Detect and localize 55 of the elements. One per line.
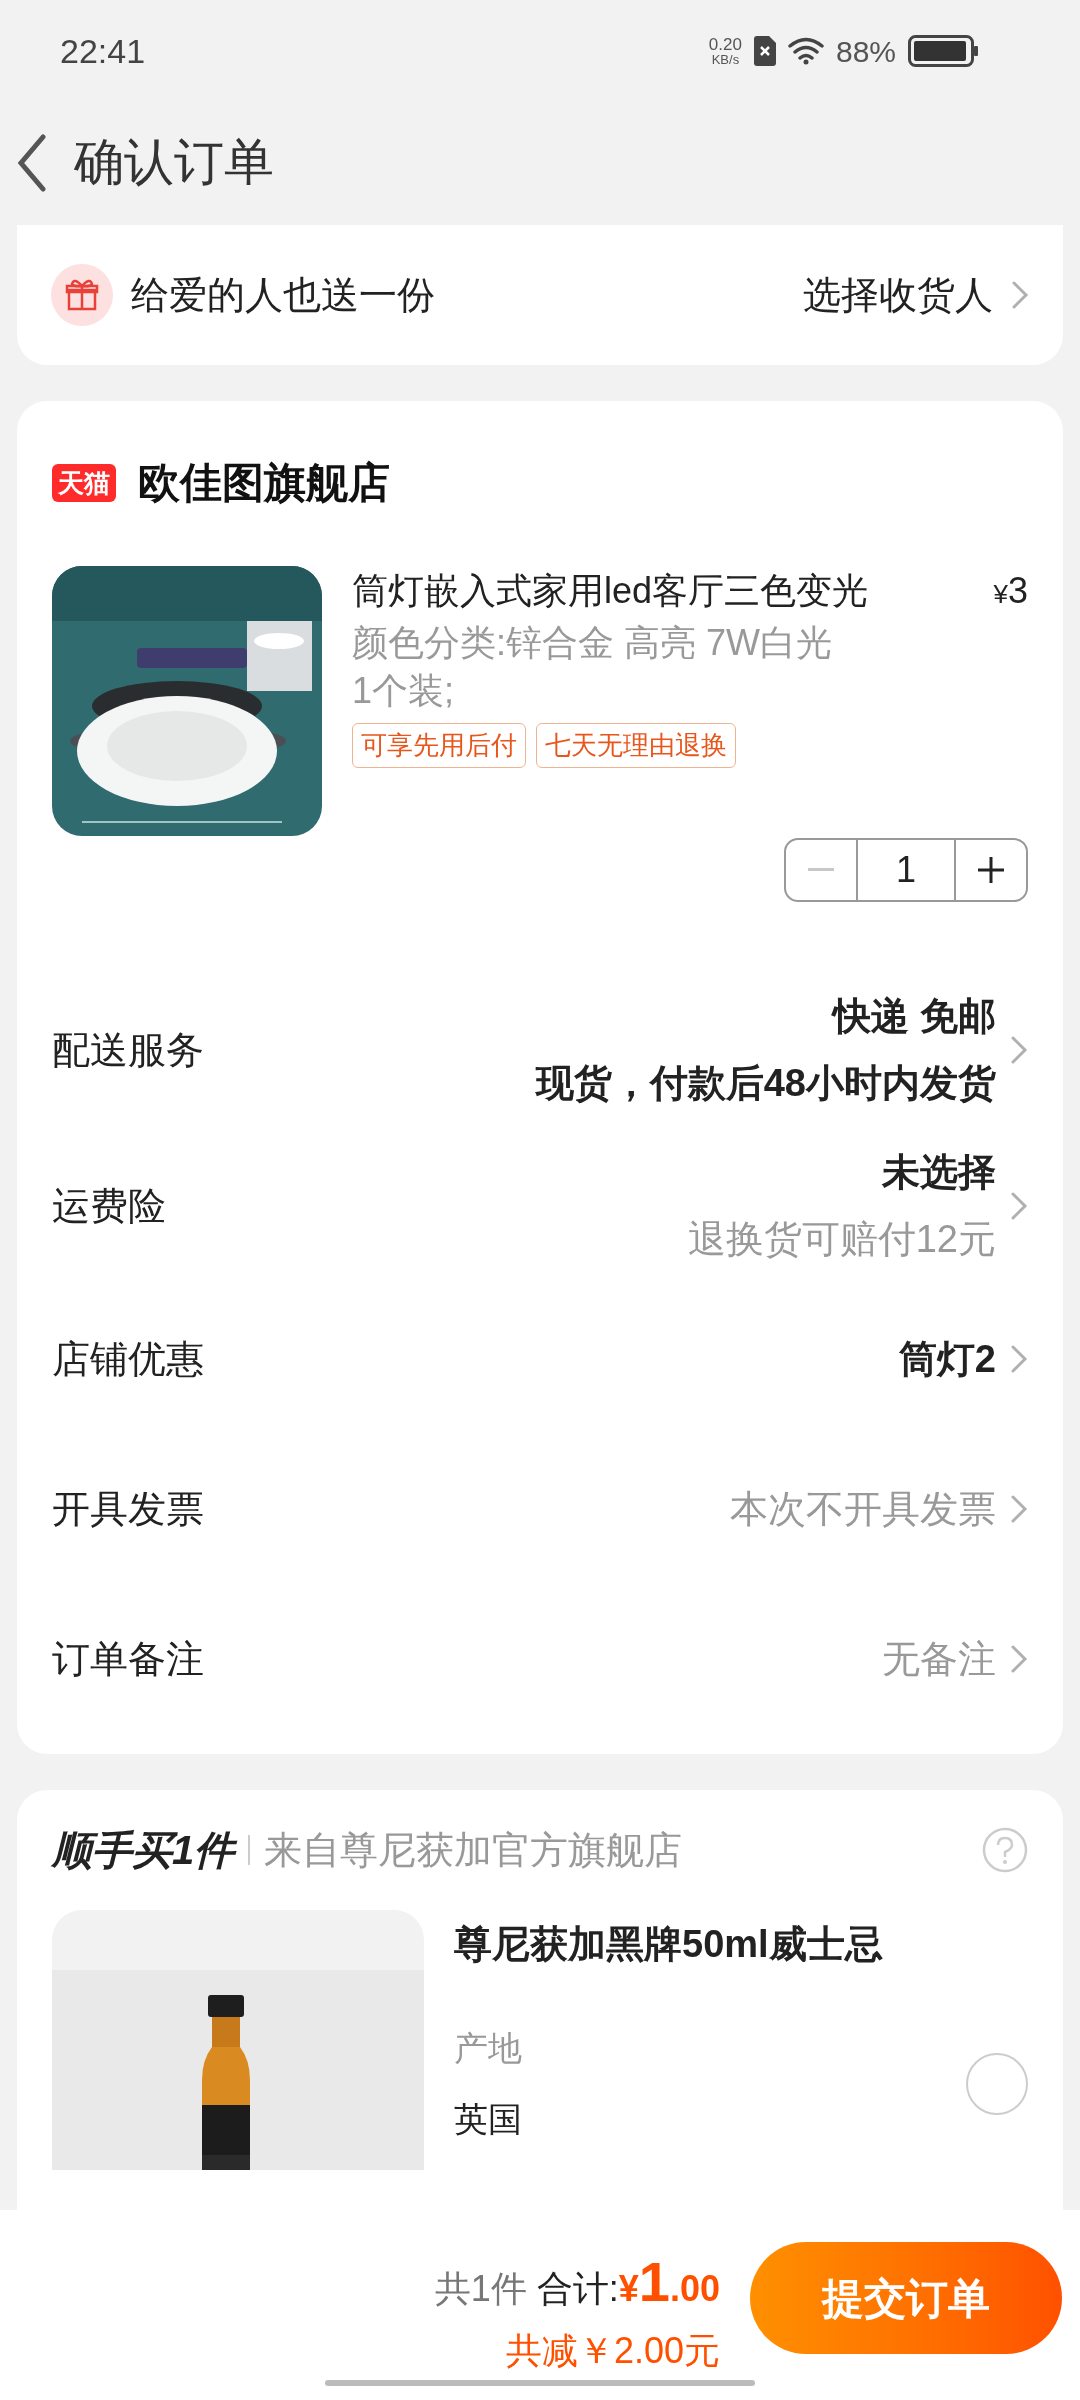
- service-tag: 可享先用后付: [352, 723, 526, 768]
- product-spec: 1个装;: [352, 669, 456, 713]
- service-tag: 七天无理由退换: [536, 723, 736, 768]
- back-icon: [17, 133, 47, 192]
- store-name: 欧佳图旗舰店: [138, 458, 390, 508]
- sim-icon: [753, 36, 776, 66]
- option-label: 店铺优惠: [52, 1336, 204, 1382]
- plus-icon: [977, 856, 1005, 884]
- quantity-value: 1: [856, 840, 956, 900]
- gift-label: 给爱的人也送一份: [131, 272, 436, 318]
- option-label: 运费险: [52, 1183, 166, 1229]
- minus-icon: [808, 868, 834, 872]
- option-value: 退换货可赔付12元: [687, 1217, 996, 1262]
- origin-value: 英国: [454, 2099, 522, 2140]
- option-value: 现货，付款后48小时内发货: [535, 1061, 996, 1106]
- product-title: 筒灯嵌入式家用led客厅三色变光: [352, 569, 869, 613]
- total-amount: 合计:¥1.00: [536, 2249, 720, 2315]
- chevron-right-icon: [1010, 1494, 1028, 1524]
- option-value: 无备注: [882, 1636, 996, 1682]
- chevron-right-icon: [1010, 1344, 1028, 1374]
- option-value: 筒灯2: [898, 1336, 996, 1382]
- order-option-row[interactable]: 订单备注 无备注: [52, 1584, 1028, 1734]
- addon-title: 顺手买1件: [52, 1827, 235, 1874]
- chevron-right-icon: [1010, 1035, 1028, 1065]
- discount-amount: 共减￥2.00元: [505, 2329, 720, 2373]
- battery-percent: 88%: [835, 33, 896, 70]
- order-option-row[interactable]: 运费险 未选择 退换货可赔付12元: [52, 1128, 1028, 1284]
- order-option-row[interactable]: 店铺优惠 筒灯2: [52, 1284, 1028, 1434]
- tmall-badge: 天猫: [52, 463, 116, 502]
- battery-icon: [908, 35, 980, 67]
- page-title: 确认订单: [74, 133, 274, 192]
- product-price: ¥3: [993, 569, 1028, 613]
- option-label: 订单备注: [52, 1636, 204, 1682]
- addon-source: 来自尊尼获加官方旗舰店: [264, 1827, 684, 1873]
- order-option-row[interactable]: 开具发票 本次不开具发票: [52, 1434, 1028, 1584]
- chevron-right-icon: [1011, 280, 1029, 310]
- help-icon[interactable]: [982, 1827, 1028, 1873]
- gift-card[interactable]: 给爱的人也送一份 选择收货人: [17, 225, 1063, 365]
- item-count: 共1件: [434, 2267, 527, 2311]
- option-label: 开具发票: [52, 1486, 204, 1532]
- wifi-icon: [787, 37, 824, 65]
- option-label: 配送服务: [52, 1027, 204, 1073]
- select-recipient: 选择收货人: [803, 272, 993, 318]
- network-speed: 0.20 KB/s: [708, 36, 742, 66]
- chevron-right-icon: [1010, 1191, 1028, 1221]
- product-spec: 颜色分类:锌合金 高亮 7W白光: [352, 621, 833, 665]
- option-value: 未选择: [882, 1150, 996, 1195]
- select-radio[interactable]: [966, 2053, 1028, 2115]
- origin-label: 产地: [454, 2028, 522, 2069]
- option-value: 快递 免邮: [833, 994, 996, 1039]
- chevron-right-icon: [1010, 1644, 1028, 1674]
- order-option-row[interactable]: 配送服务 快递 免邮 现货，付款后48小时内发货: [52, 972, 1028, 1128]
- addon-product-name: 尊尼获加黑牌50ml威士忌: [454, 1922, 884, 1967]
- option-value: 本次不开具发票: [730, 1486, 996, 1532]
- status-time: 22:41: [60, 30, 146, 72]
